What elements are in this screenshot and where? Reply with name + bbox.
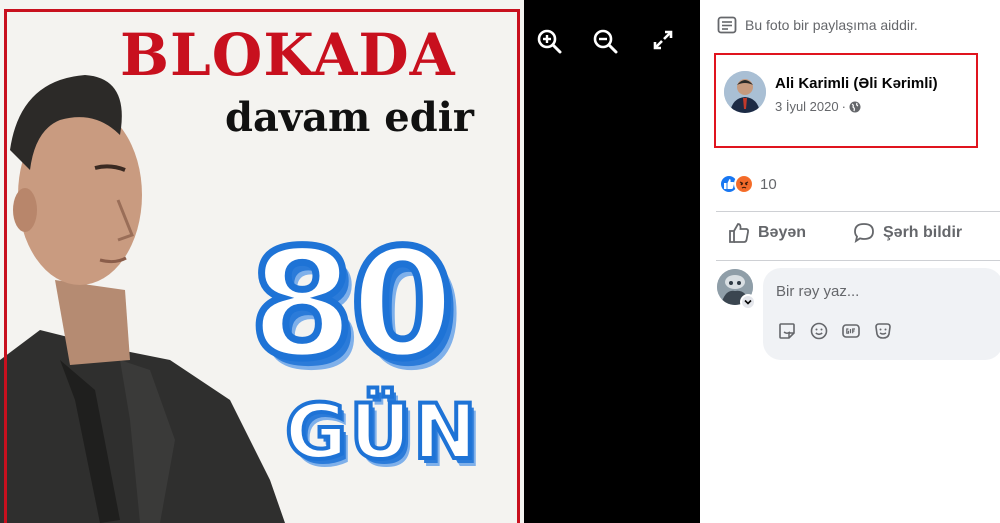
post-meta: 3 İyul 2020 ·	[775, 99, 861, 114]
post-photo: BLOKADA davam edir 80 GÜN	[0, 0, 524, 523]
share-note-text: Bu foto bir paylaşıma aiddir.	[745, 17, 918, 33]
post-icon	[717, 16, 737, 34]
chevron-down-icon	[744, 299, 752, 305]
zoom-in-icon	[537, 29, 562, 54]
comment-input[interactable]	[763, 276, 993, 306]
comment-composer	[763, 268, 1000, 360]
comment-tools	[777, 321, 893, 341]
sticker-button[interactable]	[777, 321, 797, 341]
post-info-panel: Bu foto bir paylaşıma aiddir. Ali Kariml…	[700, 0, 1000, 523]
zoom-in-button[interactable]	[536, 28, 566, 58]
photo-viewer-toolbar	[524, 0, 700, 523]
like-label: Bəyən	[758, 224, 807, 241]
reactions-summary[interactable]: 10	[719, 174, 777, 194]
poster-title: BLOKADA	[120, 21, 456, 89]
like-button[interactable]: Bəyən	[728, 222, 806, 244]
post-date[interactable]: 3 İyul 2020	[775, 99, 839, 114]
divider	[716, 260, 1000, 261]
account-switch-button[interactable]	[740, 294, 756, 310]
emoji-icon	[810, 322, 828, 340]
zoom-out-button[interactable]	[592, 28, 622, 58]
poster-day-number: 80	[247, 218, 459, 392]
sticker-face-icon	[875, 323, 891, 339]
meta-separator: ·	[841, 99, 846, 114]
comment-label: Şərh bildir	[883, 224, 963, 241]
fullscreen-icon	[653, 30, 673, 50]
poster-subtitle: davam edir	[225, 94, 474, 141]
poster-day-unit: GÜN	[283, 387, 479, 476]
author-highlight: Ali Karimli (Əli Kərimli) 3 İyul 2020 ·	[714, 53, 978, 148]
thumbs-up-icon	[729, 223, 749, 243]
author-name[interactable]: Ali Karimli (Əli Kərimli)	[775, 75, 938, 92]
author-avatar-image	[724, 71, 766, 113]
gif-icon	[842, 324, 860, 338]
emoji-button[interactable]	[809, 321, 829, 341]
divider	[716, 211, 1000, 212]
share-note: Bu foto bir paylaşıma aiddir.	[717, 16, 918, 34]
comment-button[interactable]: Şərh bildir	[853, 222, 962, 244]
sticker-face-button[interactable]	[873, 321, 893, 341]
gif-button[interactable]	[841, 321, 861, 341]
angry-reaction-icon	[734, 174, 754, 194]
comment-icon	[854, 223, 874, 243]
zoom-out-icon	[593, 29, 618, 54]
avatar[interactable]	[724, 71, 766, 113]
sticker-icon	[779, 323, 795, 339]
globe-icon	[849, 101, 861, 112]
fullscreen-button[interactable]	[651, 28, 681, 58]
reaction-count: 10	[760, 175, 777, 193]
